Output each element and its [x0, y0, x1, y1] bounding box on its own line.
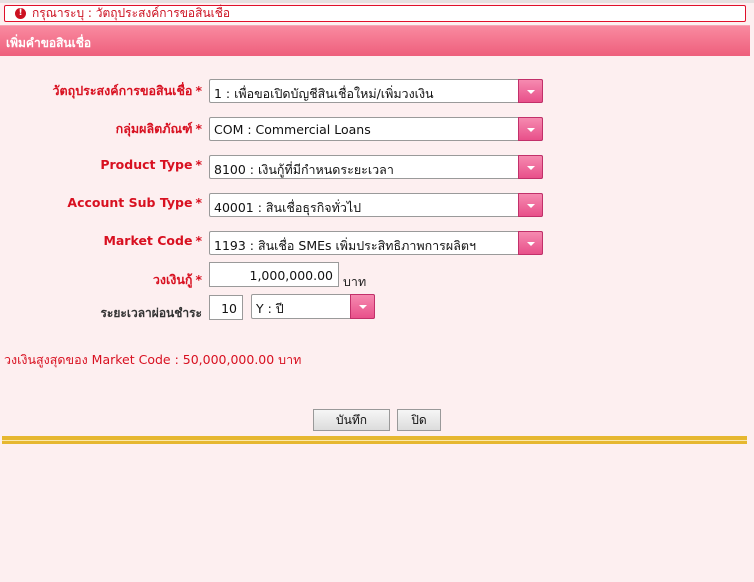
account-sub-type-label: Account Sub Type * [0, 195, 202, 210]
purpose-label: วัตถุประสงค์การขอสินเชื่อ * [0, 81, 202, 101]
product-group-value: COM : Commercial Loans [214, 122, 371, 137]
market-code-label-text: Market Code [103, 233, 193, 248]
chevron-down-icon[interactable] [350, 294, 375, 319]
exclamation-icon: ! [15, 8, 26, 19]
market-code-select[interactable]: 1193 : สินเชื่อ SMEs เพิ่มประสิทธิภาพการ… [209, 231, 543, 255]
required-mark: * [195, 272, 202, 287]
product-type-label-text: Product Type [100, 157, 193, 172]
close-button[interactable]: ปิด [397, 409, 441, 431]
required-mark: * [195, 157, 202, 172]
credit-limit-label: วงเงินกู้ * [0, 270, 202, 290]
product-group-label-text: กลุ่มผลิตภัณฑ์ [115, 121, 193, 136]
repayment-unit-value: Y : ปี [256, 301, 284, 316]
chevron-down-icon[interactable] [518, 117, 543, 141]
credit-limit-input[interactable]: 1,000,000.00 [209, 262, 339, 287]
chevron-down-icon[interactable] [518, 193, 543, 217]
product-type-label: Product Type * [0, 157, 202, 172]
credit-limit-unit: บาท [343, 274, 367, 289]
account-sub-type-label-text: Account Sub Type [67, 195, 193, 210]
purpose-select[interactable]: 1 : เพื่อขอเปิดบัญชีสินเชื่อใหม่/เพิ่มวง… [209, 79, 543, 103]
page-header: เพิ่มคำขอสินเชื่อ [0, 25, 750, 56]
max-limit-note: วงเงินสูงสุดของ Market Code : 50,000,000… [4, 352, 302, 367]
account-sub-type-value: 40001 : สินเชื่อธุรกิจทั่วไป [214, 200, 362, 215]
required-mark: * [195, 195, 202, 210]
credit-limit-value: 1,000,000.00 [249, 268, 334, 283]
top-divider [0, 0, 754, 3]
repayment-period-label: ระยะเวลาผ่อนชำระ [0, 304, 202, 323]
chevron-down-icon[interactable] [518, 155, 543, 179]
product-type-value: 8100 : เงินกู้ที่มีกำหนดระยะเวลา [214, 162, 394, 177]
market-code-label: Market Code * [0, 233, 202, 248]
save-button[interactable]: บันทึก [313, 409, 390, 431]
validation-alert: ! กรุณาระบุ : วัตถุประสงค์การขอสินเชื่อ [4, 5, 746, 22]
product-type-select[interactable]: 8100 : เงินกู้ที่มีกำหนดระยะเวลา [209, 155, 543, 179]
repayment-period-label-text: ระยะเวลาผ่อนชำระ [100, 306, 202, 320]
repayment-unit-select[interactable]: Y : ปี [251, 294, 375, 319]
purpose-value: 1 : เพื่อขอเปิดบัญชีสินเชื่อใหม่/เพิ่มวง… [214, 86, 434, 101]
purpose-label-text: วัตถุประสงค์การขอสินเชื่อ [52, 83, 193, 98]
product-group-label: กลุ่มผลิตภัณฑ์ * [0, 119, 202, 139]
alert-text: กรุณาระบุ : วัตถุประสงค์การขอสินเชื่อ [32, 6, 231, 20]
account-sub-type-select[interactable]: 40001 : สินเชื่อธุรกิจทั่วไป [209, 193, 543, 217]
required-mark: * [195, 83, 202, 98]
page-title: เพิ่มคำขอสินเชื่อ [6, 36, 92, 50]
market-code-value: 1193 : สินเชื่อ SMEs เพิ่มประสิทธิภาพการ… [214, 238, 477, 253]
footer-divider [2, 436, 747, 444]
chevron-down-icon[interactable] [518, 79, 543, 103]
chevron-down-icon[interactable] [518, 231, 543, 255]
credit-limit-label-text: วงเงินกู้ [152, 272, 193, 287]
repayment-period-value: 10 [221, 301, 237, 316]
repayment-period-input[interactable]: 10 [209, 295, 243, 320]
product-group-select[interactable]: COM : Commercial Loans [209, 117, 543, 141]
required-mark: * [195, 121, 202, 136]
required-mark: * [195, 233, 202, 248]
